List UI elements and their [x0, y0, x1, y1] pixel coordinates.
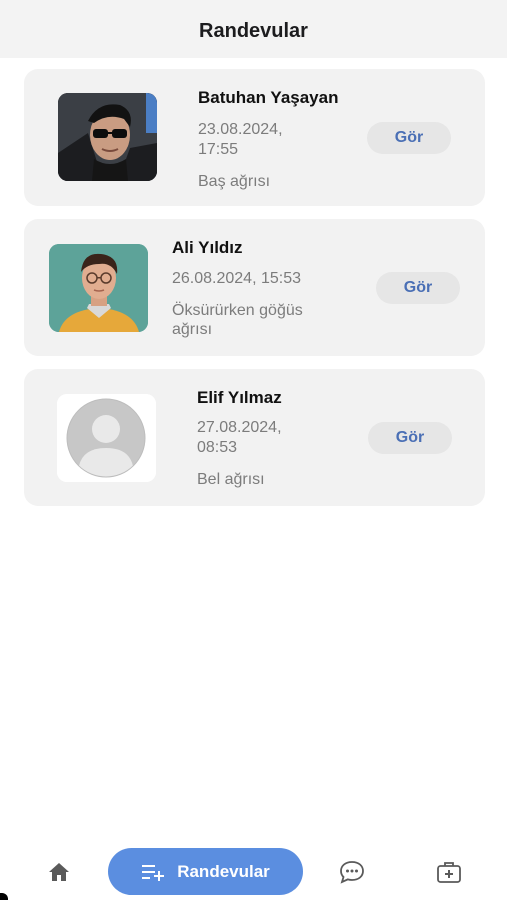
- appointment-card[interactable]: Elif Yılmaz 27.08.2024, 08:53 Bel ağrısı…: [24, 369, 485, 506]
- tab-appointments[interactable]: Randevular: [108, 848, 303, 895]
- appointment-complaint: Öksürürken göğüs: [172, 302, 303, 319]
- patient-name: Elif Yılmaz: [197, 388, 282, 407]
- appointment-complaint: Baş ağrısı: [198, 173, 271, 190]
- appointment-datetime: 26.08.2024, 15:53: [172, 270, 302, 287]
- page-title: Randevular: [199, 19, 308, 42]
- tab-health[interactable]: [434, 858, 464, 886]
- header-bar: Randevular: [0, 0, 507, 58]
- appointments-screen: Randevular Batuhan Yaşayan 23.08.2024, 1…: [0, 0, 507, 900]
- appointment-datetime: 23.08.2024,: [198, 121, 283, 138]
- default-avatar-icon: [57, 394, 156, 482]
- view-button[interactable]: Gör: [367, 122, 451, 154]
- patient-name: Batuhan Yaşayan: [198, 88, 339, 107]
- view-button[interactable]: Gör: [368, 422, 452, 454]
- appointment-datetime: 27.08.2024,: [197, 419, 282, 436]
- avatar: [58, 93, 157, 181]
- patient-name: Ali Yıldız: [172, 238, 243, 257]
- appointment-time: 17:55: [198, 141, 239, 158]
- appointment-complaint-continued: ağrısı: [172, 321, 213, 338]
- tab-appointments-label: Randevular: [177, 861, 270, 881]
- patient-photo-icon: [49, 244, 148, 332]
- avatar: [49, 244, 148, 332]
- tab-home[interactable]: [44, 858, 74, 886]
- medical-kit-icon: [437, 862, 461, 883]
- avatar: [57, 394, 156, 482]
- appointment-time: 08:53: [197, 439, 238, 456]
- appointment-card[interactable]: Ali Yıldız 26.08.2024, 15:53 Öksürürken …: [24, 219, 485, 356]
- add-list-icon: [142, 864, 165, 881]
- appointment-complaint: Bel ağrısı: [197, 471, 265, 488]
- home-icon: [49, 863, 69, 881]
- bottom-tab-bar: Randevular: [0, 840, 507, 900]
- appointment-card[interactable]: Batuhan Yaşayan 23.08.2024, 17:55 Baş ağ…: [24, 69, 485, 206]
- chat-bubble-icon: [340, 861, 364, 884]
- tab-messages[interactable]: [337, 858, 367, 886]
- patient-photo-icon: [58, 93, 157, 181]
- view-button[interactable]: Gör: [376, 272, 460, 304]
